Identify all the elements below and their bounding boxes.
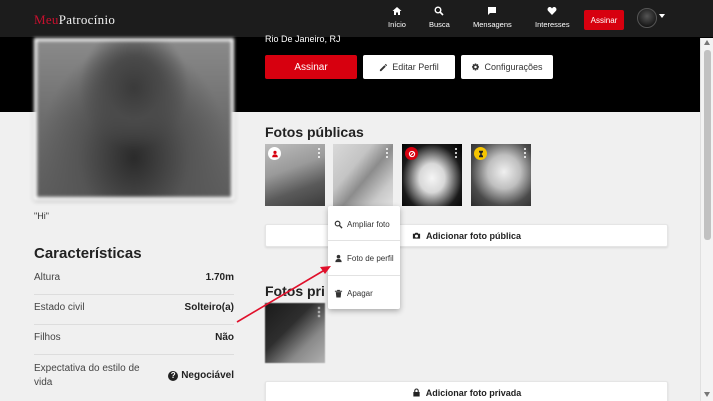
gear-icon	[472, 62, 480, 70]
user-avatar[interactable]	[637, 8, 657, 28]
photo-options-icon[interactable]	[386, 148, 389, 158]
menu-divider	[328, 240, 400, 241]
add-public-photo-button[interactable]: Adicionar foto pública	[265, 224, 668, 247]
char-row-marital: Estado civil Solteiro(a)	[34, 302, 234, 325]
person-icon	[335, 254, 342, 262]
trash-icon	[334, 289, 343, 298]
menu-item-set-profile[interactable]: Foto de perfil	[328, 244, 400, 272]
subscribe-button[interactable]: Assinar	[265, 55, 357, 79]
public-photo-2[interactable]	[333, 144, 393, 206]
menu-item-delete[interactable]: Apagar	[328, 279, 400, 307]
profile-badge	[268, 147, 281, 160]
char-row-children: Filhos Não	[34, 332, 234, 355]
nav-home[interactable]: Início	[388, 6, 406, 29]
scroll-up-icon[interactable]	[704, 40, 710, 45]
settings-button[interactable]: Configurações	[461, 55, 553, 79]
pencil-icon	[380, 63, 388, 71]
photo-options-icon[interactable]	[524, 148, 527, 158]
hourglass-icon	[478, 150, 483, 157]
menu-item-zoom[interactable]: Ampliar foto	[328, 210, 400, 238]
char-row-lifestyle: Expectativa do estilo de vida ? Negociáve…	[34, 363, 234, 388]
help-icon[interactable]: ?	[168, 371, 179, 381]
photo-options-icon[interactable]	[318, 307, 321, 317]
public-photo-4[interactable]	[471, 144, 531, 206]
chevron-down-icon[interactable]	[659, 14, 665, 18]
profile-location: Rio De Janeiro, RJ	[265, 34, 341, 44]
scroll-down-icon[interactable]	[704, 392, 710, 397]
nav-search[interactable]: Busca	[429, 6, 450, 29]
public-photos-title: Fotos públicas	[265, 124, 364, 140]
photo-options-icon[interactable]	[455, 148, 458, 158]
public-photo-1[interactable]	[265, 144, 325, 206]
photo-options-icon[interactable]	[318, 148, 321, 158]
add-private-photo-button[interactable]: Adicionar foto privada	[265, 381, 668, 401]
profile-photo[interactable]	[34, 38, 234, 200]
nav-messages[interactable]: Mensagens	[473, 6, 512, 29]
nav-interests[interactable]: Interesses	[535, 6, 570, 29]
lock-icon	[413, 388, 420, 397]
search-icon	[429, 6, 450, 18]
public-photo-3[interactable]	[402, 144, 462, 206]
edit-profile-button[interactable]: Editar Perfil	[363, 55, 455, 79]
chat-icon	[473, 6, 512, 18]
menu-divider	[328, 275, 400, 276]
page-scrollbar[interactable]	[700, 38, 713, 401]
top-navbar: MeuPatrocínio Início Busca Mensagens Int…	[0, 0, 713, 38]
site-logo[interactable]: MeuPatrocínio	[34, 12, 115, 28]
blocked-badge	[405, 147, 418, 160]
heart-icon	[535, 6, 570, 18]
blocked-icon	[408, 150, 415, 157]
private-photos-title: Fotos pri	[265, 283, 325, 299]
home-icon	[388, 6, 406, 18]
private-photo-1[interactable]	[265, 303, 325, 363]
char-row-height: Altura 1.70m	[34, 272, 234, 295]
zoom-icon	[334, 220, 343, 229]
characteristics-title: Características	[34, 245, 142, 262]
nav-subscribe-button[interactable]: Assinar	[584, 10, 624, 30]
camera-icon	[412, 232, 421, 239]
scrollbar-thumb[interactable]	[704, 50, 711, 240]
person-icon	[271, 150, 278, 157]
photo-options-menu: Ampliar foto Foto de perfil Apagar	[328, 206, 400, 309]
profile-quote: "Hi"	[34, 211, 49, 221]
pending-badge	[474, 147, 487, 160]
